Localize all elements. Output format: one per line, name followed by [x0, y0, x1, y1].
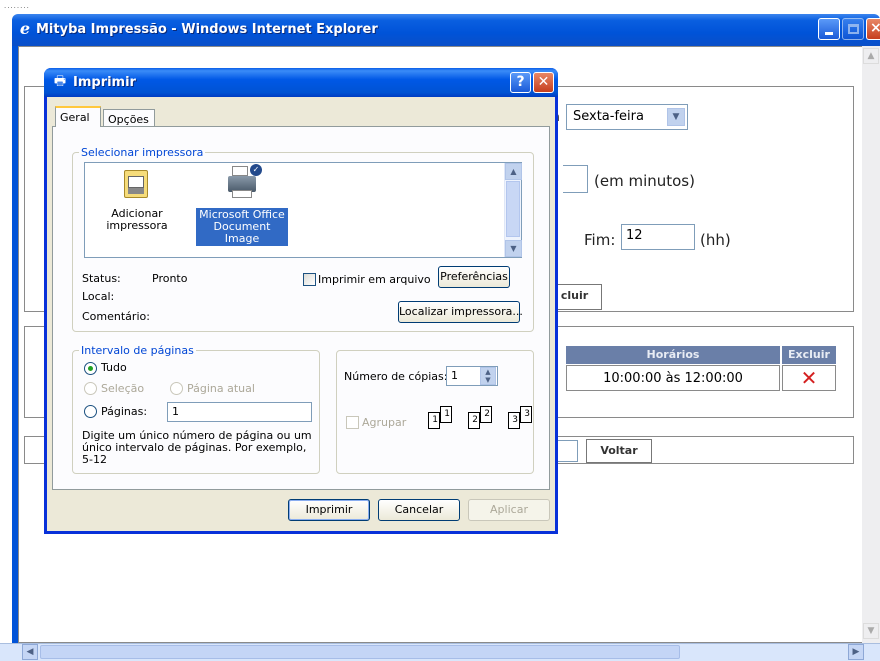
- page-range-legend: Intervalo de páginas: [79, 344, 196, 357]
- weekday-select[interactable]: Sexta-feira ▼: [566, 104, 688, 130]
- status-value: Pronto: [152, 272, 188, 285]
- add-printer-label[interactable]: Adicionar impressora: [104, 208, 170, 232]
- list-scroll-up-icon[interactable]: ▲: [505, 163, 522, 180]
- horizontal-scrollbar[interactable]: ◀ ▶: [0, 643, 880, 661]
- table-cell-delete[interactable]: ✕: [782, 365, 836, 391]
- duration-unit-label: (em minutos): [594, 172, 695, 190]
- pages-input[interactable]: 1: [167, 402, 312, 422]
- selection-label: Seleção: [101, 382, 145, 395]
- comment-label: Comentário:: [82, 310, 150, 323]
- copies-stepper[interactable]: ▲ ▼: [480, 367, 496, 385]
- back-button[interactable]: Voltar: [586, 439, 652, 463]
- minimize-button[interactable]: [818, 18, 840, 40]
- horizontal-scroll-thumb[interactable]: [40, 645, 680, 659]
- maximize-icon: [848, 24, 859, 34]
- ie-logo-icon: e: [19, 19, 31, 38]
- status-label: Status:: [82, 272, 121, 285]
- preferences-button[interactable]: Preferências: [438, 266, 510, 288]
- end-unit-label: (hh): [700, 231, 731, 249]
- minimize-icon: [825, 32, 833, 35]
- scroll-down-icon[interactable]: ▼: [863, 623, 879, 639]
- actions-input-fragment[interactable]: [556, 440, 578, 462]
- end-hour-input[interactable]: 12: [621, 224, 695, 250]
- dialog-close-button[interactable]: ✕: [533, 72, 554, 93]
- select-printer-legend: Selecionar impressora: [79, 146, 206, 159]
- close-icon: ✕: [537, 74, 550, 90]
- close-icon: ×: [870, 20, 880, 36]
- collate-pages-icon: 1 1 2 2 3 3: [424, 404, 532, 438]
- apply-button[interactable]: Aplicar: [468, 499, 550, 521]
- collate-label: Agrupar: [362, 416, 407, 429]
- printer-title-icon: 🖶: [53, 74, 67, 89]
- duration-input[interactable]: [563, 165, 588, 193]
- browser-title: Mityba Impressão - Windows Internet Expl…: [36, 22, 378, 37]
- print-dialog-title: Imprimir: [73, 75, 136, 90]
- scroll-right-icon[interactable]: ▶: [848, 644, 864, 660]
- chevron-down-icon: ▼: [667, 108, 685, 126]
- location-label: Local:: [82, 290, 115, 303]
- list-scroll-thumb[interactable]: [506, 181, 520, 237]
- find-printer-button[interactable]: Localizar impressora...: [398, 301, 523, 323]
- maximize-button[interactable]: [842, 18, 864, 40]
- weekday-select-value: Sexta-feira: [573, 109, 644, 124]
- end-label: Fim:: [584, 231, 616, 249]
- all-pages-radio[interactable]: [84, 362, 97, 375]
- print-to-file-label[interactable]: Imprimir em arquivo: [318, 273, 431, 286]
- selected-printer-label[interactable]: Microsoft Office Document Image Writer: [196, 208, 288, 257]
- header-excluir: Excluir: [782, 346, 836, 364]
- add-printer-icon[interactable]: [120, 168, 152, 200]
- printer-icon[interactable]: ✓: [226, 164, 262, 202]
- cancel-button[interactable]: Cancelar: [378, 499, 460, 521]
- copies-value: 1: [451, 369, 458, 382]
- copies-input[interactable]: 1 ▲ ▼: [446, 366, 498, 386]
- help-button[interactable]: ?: [510, 72, 531, 93]
- table-cell-horario: 10:00:00 às 12:00:00: [566, 365, 780, 391]
- page-range-hint: Digite um único número de página ou um ú…: [82, 429, 312, 466]
- current-page-label: Página atual: [187, 382, 255, 395]
- print-to-file-checkbox[interactable]: [303, 273, 316, 286]
- pages-label[interactable]: Páginas:: [101, 405, 147, 418]
- selection-radio[interactable]: [84, 382, 97, 395]
- pages-radio[interactable]: [84, 405, 97, 418]
- x-icon[interactable]: ✕: [801, 366, 818, 390]
- top-strip-text: ........: [4, 2, 30, 10]
- vertical-scrollbar[interactable]: ▲ ▼: [862, 46, 880, 643]
- tab-geral[interactable]: Geral: [55, 106, 101, 127]
- all-pages-label[interactable]: Tudo: [101, 361, 127, 374]
- current-page-radio[interactable]: [170, 382, 183, 395]
- copies-label: Número de cópias:: [344, 370, 448, 383]
- desktop-strip: [0, 0, 12, 661]
- print-button[interactable]: Imprimir: [288, 499, 370, 521]
- scroll-left-icon[interactable]: ◀: [22, 644, 38, 660]
- header-horarios: Horários: [566, 346, 780, 364]
- scroll-up-icon[interactable]: ▲: [863, 48, 879, 64]
- list-scroll-down-icon[interactable]: ▼: [505, 240, 522, 257]
- tab-opcoes[interactable]: Opções: [103, 109, 155, 127]
- collate-checkbox[interactable]: [346, 416, 359, 429]
- printer-list-scrollbar[interactable]: ▲ ▼: [504, 163, 522, 257]
- close-window-button[interactable]: ×: [866, 18, 880, 40]
